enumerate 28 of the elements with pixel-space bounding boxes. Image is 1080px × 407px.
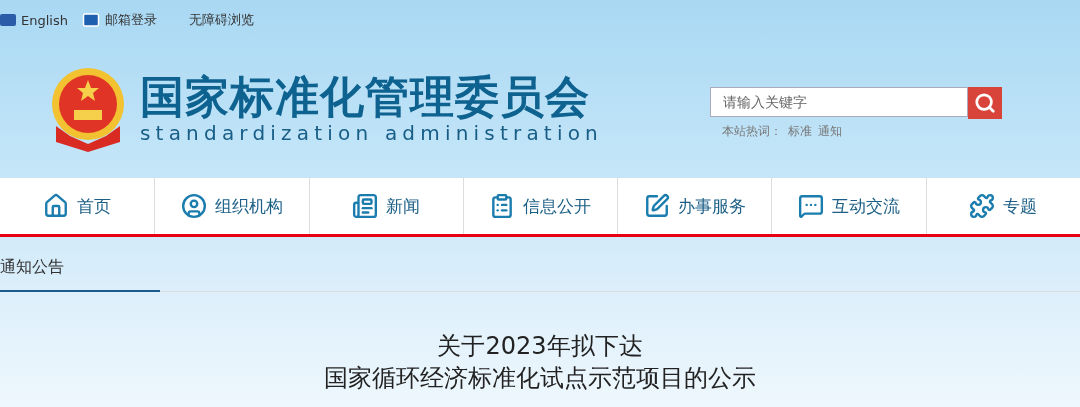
hot-word-link[interactable]: 通知 xyxy=(818,122,842,140)
edit-icon xyxy=(643,193,670,219)
search-field[interactable]: 请输入关键字 xyxy=(710,86,968,117)
search-button[interactable] xyxy=(968,86,1002,119)
article-title: 关于2023年拟下达 xyxy=(437,331,643,362)
newspaper-icon xyxy=(352,193,379,219)
section-tab[interactable]: 通知公告 xyxy=(0,257,160,292)
top-link[interactable]: English xyxy=(0,12,68,28)
search-icon xyxy=(974,91,996,114)
site-subtitle: standardization administration xyxy=(140,121,603,146)
emblem-icon xyxy=(50,66,126,152)
chat-icon xyxy=(798,193,825,219)
nav-item[interactable]: 专题 xyxy=(925,178,1080,234)
hot-word-link[interactable]: 标准 xyxy=(788,122,812,140)
hot-words-label: 本站热词： xyxy=(722,122,782,140)
nav-item[interactable]: 组织机构 xyxy=(154,178,309,234)
person-icon xyxy=(180,193,207,219)
top-link[interactable]: 无障碍浏览 xyxy=(188,11,254,29)
nav-item[interactable]: 办事服务 xyxy=(617,178,772,234)
site-title: 国家标准化管理委员会 xyxy=(140,72,591,122)
nav-item[interactable]: 信息公开 xyxy=(462,178,618,234)
top-link[interactable]: 邮箱登录 xyxy=(81,11,157,29)
home-icon xyxy=(43,193,70,219)
nav-item[interactable]: 新闻 xyxy=(308,178,463,234)
nav-item[interactable]: 首页 xyxy=(0,178,155,234)
puzzle-icon xyxy=(969,193,996,219)
article-title: 国家循环经济标准化试点示范项目的公示 xyxy=(324,363,756,394)
nav-item[interactable]: 互动交流 xyxy=(771,178,926,234)
